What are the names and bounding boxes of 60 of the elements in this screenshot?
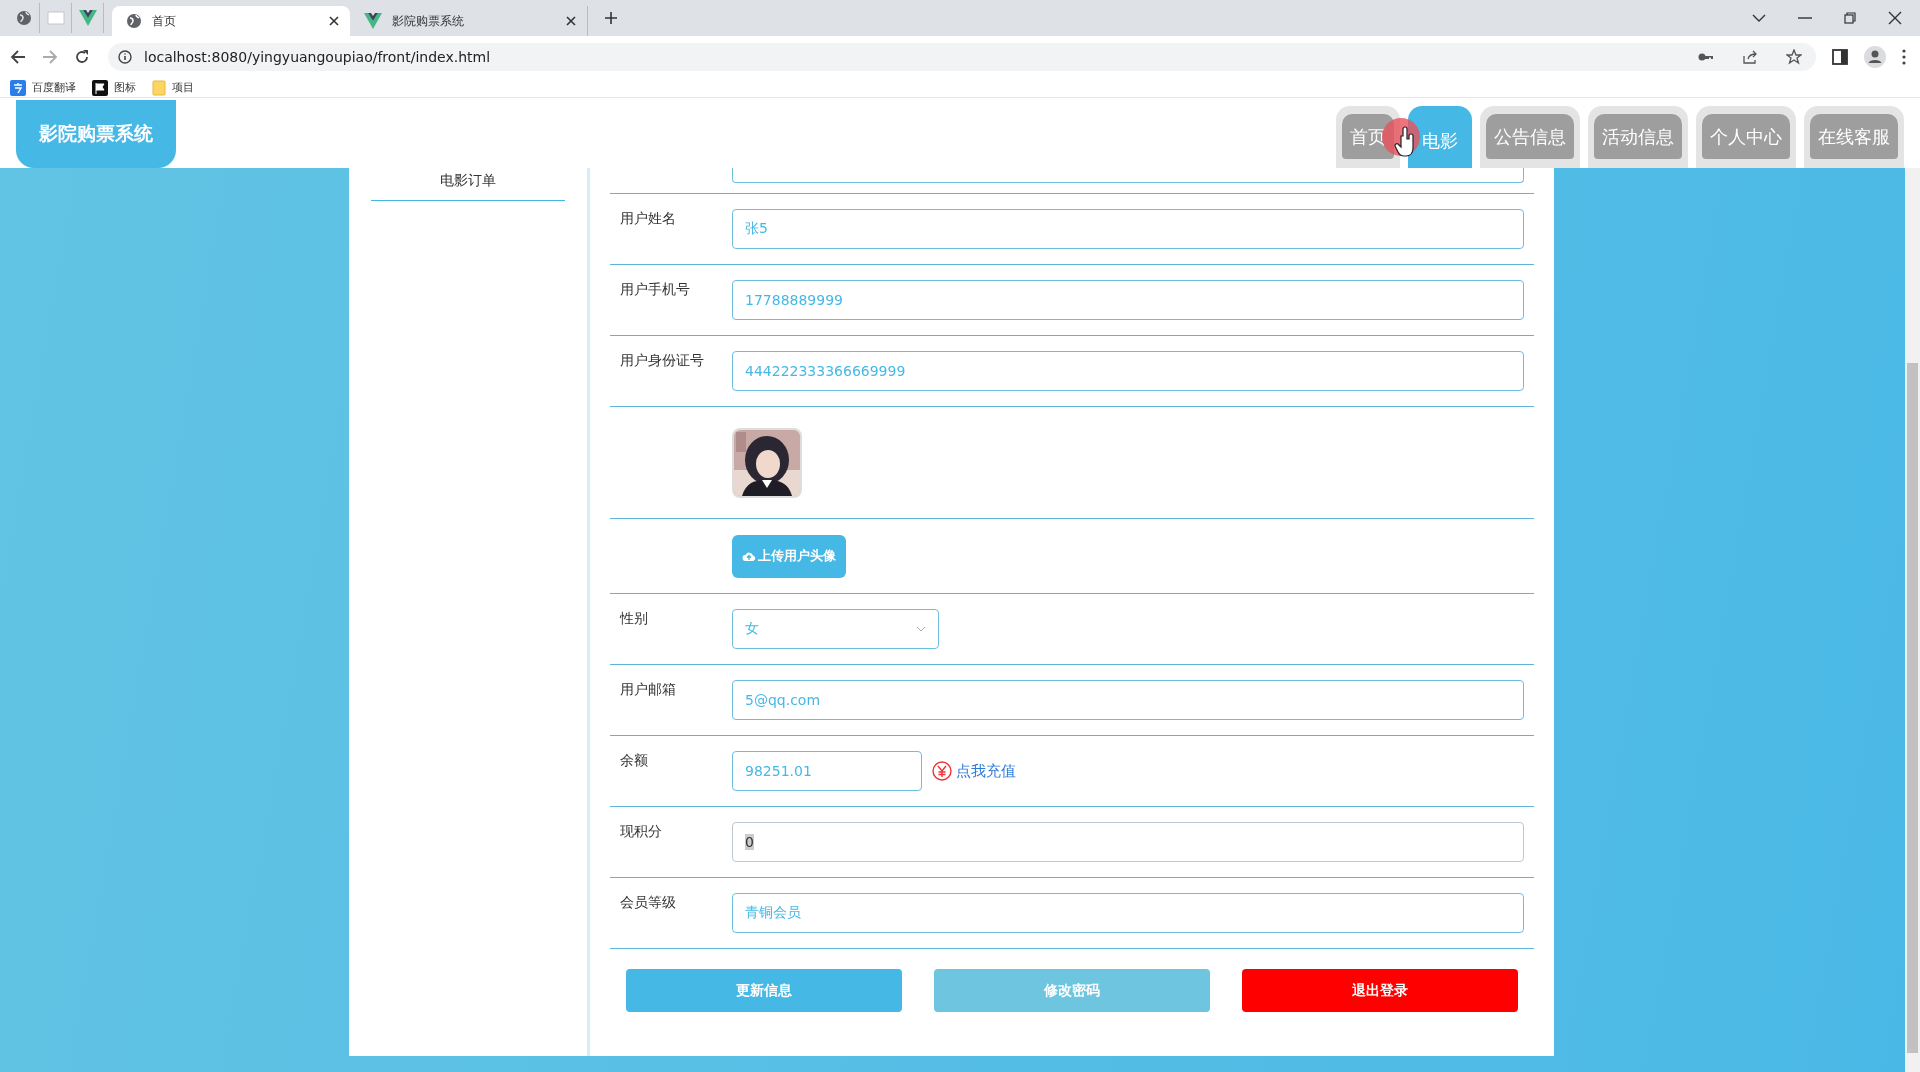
action-button[interactable]: 更新信息 bbox=[626, 969, 902, 1012]
side-panel-icon[interactable] bbox=[1832, 49, 1848, 65]
close-icon[interactable] bbox=[565, 15, 577, 27]
nav-tab[interactable]: 活动信息 bbox=[1594, 114, 1682, 159]
vue-icon bbox=[78, 10, 97, 26]
field-label: 用户手机号 bbox=[619, 281, 691, 299]
tab-title: 首页 bbox=[152, 12, 177, 30]
scrollbar[interactable] bbox=[1905, 168, 1920, 1072]
field-label: 余额 bbox=[619, 752, 649, 770]
chevron-down-icon[interactable] bbox=[1752, 13, 1766, 23]
nav-tab[interactable]: 个人中心 bbox=[1702, 114, 1790, 159]
nav-tab[interactable]: 在线客服 bbox=[1810, 114, 1898, 159]
tab-title: 影院购票系统 bbox=[392, 12, 465, 30]
star-icon[interactable] bbox=[1786, 49, 1802, 65]
text-field[interactable]: 青铜会员 bbox=[732, 893, 1524, 933]
recharge-link[interactable]: 点我充值 bbox=[956, 761, 1016, 781]
new-tab-icon[interactable] bbox=[604, 11, 618, 25]
field-label: 用户姓名 bbox=[619, 210, 677, 228]
field-label: 性别 bbox=[618, 610, 649, 628]
nav-tab[interactable]: 公告信息 bbox=[1486, 114, 1574, 159]
text-field[interactable]: 98251.01 bbox=[732, 751, 922, 791]
browser-tab[interactable]: 首页 bbox=[112, 6, 350, 36]
share-icon[interactable] bbox=[1742, 49, 1758, 65]
bookmark[interactable]: 项目 bbox=[152, 79, 194, 96]
bookmark[interactable]: 图标 bbox=[92, 79, 136, 96]
field-label: 用户身份证号 bbox=[619, 352, 705, 370]
field-label: 用户邮箱 bbox=[619, 681, 677, 699]
chevron-down-icon bbox=[916, 626, 926, 632]
info-icon bbox=[118, 50, 132, 64]
cloud-upload-icon bbox=[742, 550, 756, 562]
upload-button[interactable]: 上传用户头像 bbox=[732, 534, 846, 578]
globe-icon bbox=[126, 13, 142, 29]
text-field[interactable]: 444222333366669999 bbox=[732, 351, 1524, 391]
input-field[interactable] bbox=[732, 168, 1524, 183]
bookmark[interactable]: 百度翻译 bbox=[10, 79, 76, 96]
field-label: 现积分 bbox=[619, 823, 663, 841]
sidebar-item[interactable]: 电影订单 bbox=[371, 168, 565, 201]
text-field[interactable]: 17788889999 bbox=[732, 280, 1524, 320]
site-logo[interactable]: 影院购票系统 bbox=[16, 100, 176, 168]
reload-icon[interactable] bbox=[74, 49, 90, 65]
text-field[interactable]: 张5 bbox=[732, 209, 1524, 249]
close-icon[interactable] bbox=[328, 15, 340, 27]
text-field[interactable]: 0 bbox=[732, 822, 1524, 862]
profile-icon[interactable] bbox=[1864, 46, 1886, 68]
page-icon bbox=[46, 11, 65, 25]
text-field[interactable]: 5@qq.com bbox=[732, 680, 1524, 720]
address-bar[interactable]: localhost:8080/yingyuangoupiao/front/index.html bbox=[108, 43, 1816, 71]
key-icon[interactable] bbox=[1698, 52, 1714, 62]
yen-icon bbox=[932, 761, 952, 781]
restore-icon[interactable] bbox=[1844, 12, 1856, 24]
field-label: 会员等级 bbox=[619, 894, 677, 912]
folder-icon bbox=[152, 79, 166, 96]
select-field[interactable]: 女 bbox=[732, 609, 939, 649]
back-icon[interactable] bbox=[10, 49, 26, 65]
menu-icon[interactable] bbox=[1902, 49, 1906, 65]
vue-icon bbox=[364, 13, 382, 29]
action-button[interactable]: 修改密码 bbox=[934, 969, 1210, 1012]
globe-icon bbox=[15, 10, 32, 26]
close-icon[interactable] bbox=[1888, 11, 1902, 25]
action-button[interactable]: 退出登录 bbox=[1242, 969, 1518, 1012]
